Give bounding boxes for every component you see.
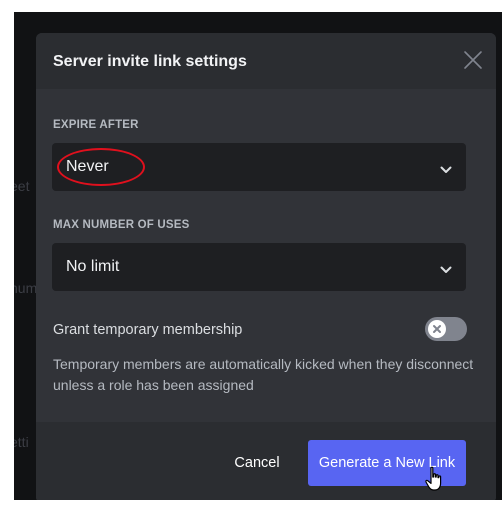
temporary-membership-toggle[interactable] [425, 317, 467, 341]
close-icon[interactable] [462, 49, 484, 71]
background-text-fragment: etti [14, 434, 29, 450]
x-icon [433, 325, 441, 333]
max-uses-value: No limit [66, 258, 120, 275]
chevron-down-icon [440, 262, 452, 273]
modal-header: Server invite link settings [36, 33, 496, 89]
expire-after-value: Never [66, 158, 109, 175]
modal-title: Server invite link settings [53, 53, 247, 70]
chevron-down-icon [440, 162, 452, 173]
generate-new-link-button[interactable]: Generate a New Link [308, 440, 466, 486]
max-uses-label: MAX NUMBER OF USES [53, 219, 190, 231]
cancel-button[interactable]: Cancel [226, 452, 288, 474]
toggle-knob [428, 320, 446, 338]
temporary-membership-label: Grant temporary membership [53, 322, 243, 338]
background-text-fragment: eet [14, 178, 30, 194]
expire-after-select[interactable]: Never [52, 143, 466, 191]
app-background: eet num etti Server invite link settings… [14, 12, 502, 500]
invite-settings-modal: Server invite link settings EXPIRE AFTER… [36, 33, 496, 500]
expire-after-label: EXPIRE AFTER [53, 119, 139, 131]
modal-footer: Cancel Generate a New Link [36, 422, 496, 500]
temporary-membership-description: Temporary members are automatically kick… [53, 356, 474, 393]
background-text-fragment: num [14, 280, 38, 296]
max-uses-select[interactable]: No limit [52, 243, 466, 291]
